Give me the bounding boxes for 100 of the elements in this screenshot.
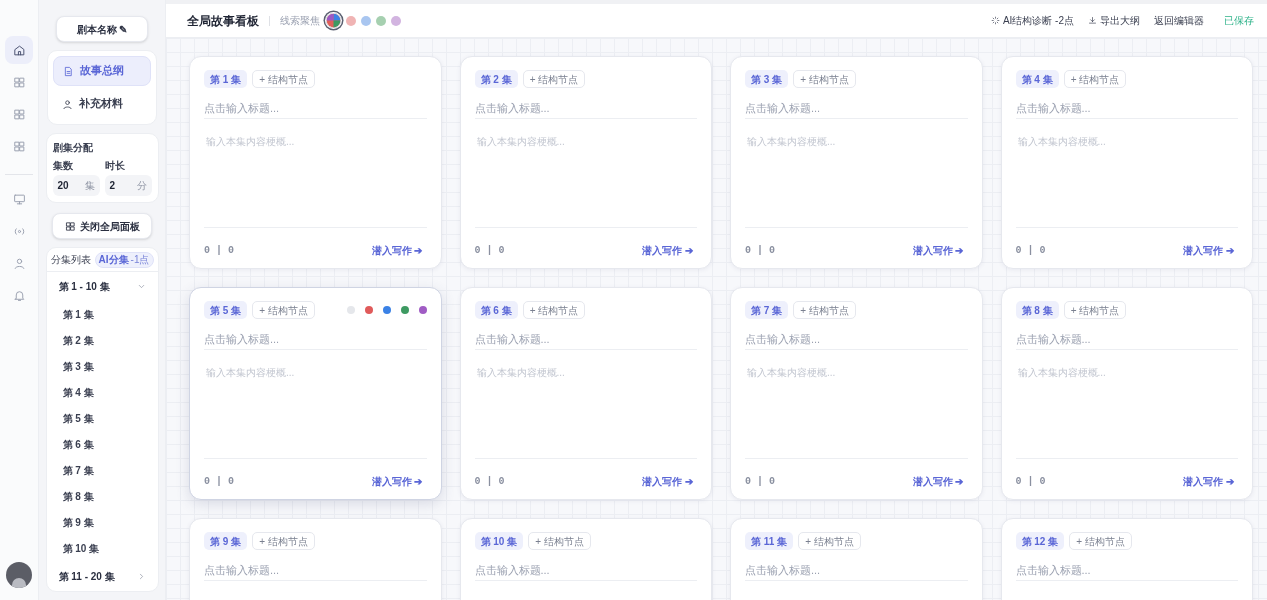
- word-count: 0 | 0: [1015, 474, 1046, 489]
- toolbar-button[interactable]: 导出大纲: [1088, 13, 1140, 28]
- pie-icon: [326, 13, 341, 28]
- write-link[interactable]: 潜入写作 ➔: [642, 242, 693, 258]
- nav-item[interactable]: 故事总纲: [53, 56, 151, 86]
- input-field[interactable]: 20 集: [52, 175, 100, 196]
- episode-group-header[interactable]: 第 11 - 20 集: [46, 561, 158, 591]
- add-node-button[interactable]: + 结构节点: [528, 532, 591, 550]
- user-icon: [62, 98, 73, 110]
- word-count: 0 | 0: [1015, 243, 1046, 258]
- nav-item[interactable]: 补充材料: [53, 89, 151, 119]
- title-field[interactable]: 点击输入标题...: [474, 97, 697, 119]
- title-field[interactable]: 点击输入标题...: [204, 559, 427, 581]
- write-link[interactable]: 潜入写作 ➔: [1183, 473, 1234, 489]
- field-label: 集数: [52, 159, 74, 173]
- section-title: 分集列表: [50, 253, 91, 268]
- title-field[interactable]: 点击输入标题...: [474, 559, 697, 581]
- episode-item[interactable]: 第 3 集: [46, 353, 158, 380]
- add-node-button[interactable]: + 结构节点: [252, 532, 315, 550]
- toolbar-button[interactable]: AI结构诊断 -2点: [990, 13, 1074, 28]
- word-count: 0 | 0: [474, 474, 505, 489]
- episode-item[interactable]: 第 1 集: [46, 301, 158, 328]
- unit-label: 分: [136, 179, 147, 193]
- title-field[interactable]: 点击输入标题...: [745, 97, 968, 119]
- episode-tag: 第 3 集: [745, 70, 789, 88]
- add-node-button[interactable]: + 结构节点: [1069, 532, 1132, 550]
- home-icon: [12, 43, 26, 57]
- close-panel-button[interactable]: 关闭全局面板: [52, 213, 152, 239]
- episode-group-header[interactable]: 第 1 - 10 集: [46, 272, 158, 302]
- title-field[interactable]: 点击输入标题...: [1015, 328, 1238, 350]
- group-label: 第 1 - 10 集: [58, 280, 110, 295]
- episode-tag: 第 12 集: [1015, 532, 1065, 550]
- add-node-button[interactable]: + 结构节点: [1063, 70, 1127, 88]
- add-node-button[interactable]: + 结构节点: [252, 70, 315, 88]
- title-field[interactable]: 点击输入标题...: [1015, 97, 1238, 119]
- script-name-button[interactable]: 剧本名称 ✎: [56, 16, 148, 42]
- title-field[interactable]: 点击输入标题...: [474, 328, 697, 350]
- grid-icon: [64, 220, 76, 232]
- episode-item[interactable]: 第 5 集: [46, 405, 158, 432]
- episode-tag: 第 7 集: [745, 301, 789, 319]
- thread-filter-button[interactable]: [326, 13, 341, 28]
- word-count: 0 | 0: [204, 474, 234, 489]
- save-status: 已保存: [1224, 14, 1254, 28]
- monitor-icon: [12, 192, 26, 206]
- add-node-button[interactable]: + 结构节点: [793, 301, 856, 319]
- add-node-button[interactable]: + 结构节点: [252, 301, 315, 319]
- word-count: 0 | 0: [474, 243, 505, 258]
- episode-item[interactable]: 第 9 集: [46, 509, 158, 536]
- add-node-button[interactable]: + 结构节点: [522, 301, 586, 319]
- episode-tag: 第 4 集: [1015, 70, 1059, 88]
- field-value: 2: [109, 179, 116, 193]
- episode-item[interactable]: 第 4 集: [46, 379, 158, 406]
- cost-label: -1点: [130, 253, 150, 268]
- write-link[interactable]: 潜入写作 ➔: [642, 473, 693, 489]
- bell-icon: [12, 288, 26, 302]
- episode-item[interactable]: 第 10 集: [46, 535, 158, 562]
- sidebar-nav-button[interactable]: [5, 36, 33, 64]
- download-icon: [1088, 16, 1097, 25]
- episode-item[interactable]: 第 2 集: [46, 327, 158, 354]
- word-count: 0 | 0: [745, 243, 775, 258]
- filter-label: 线索聚焦: [280, 14, 320, 28]
- episode-tag: 第 10 集: [474, 532, 524, 550]
- add-node-button[interactable]: + 结构节点: [793, 70, 856, 88]
- ai-split-button[interactable]: AI分集 -1点: [94, 251, 154, 268]
- episode-tag: 第 5 集: [204, 301, 248, 319]
- episode-item[interactable]: 第 7 集: [46, 457, 158, 484]
- episode-item[interactable]: 第 6 集: [46, 431, 158, 458]
- write-link[interactable]: 潜入写作 ➔: [1183, 242, 1234, 258]
- document-icon: [63, 65, 74, 77]
- section-title: 剧集分配: [52, 141, 94, 155]
- unit-label: 集: [84, 179, 95, 193]
- add-node-button[interactable]: + 结构节点: [798, 532, 861, 550]
- field-label: 时长: [104, 159, 126, 173]
- episode-tag: 第 2 集: [474, 70, 518, 88]
- episode-tag: 第 11 集: [745, 532, 794, 550]
- title-field[interactable]: 点击输入标题...: [745, 559, 968, 581]
- add-node-button[interactable]: + 结构节点: [522, 70, 586, 88]
- episode-tag: 第 6 集: [474, 301, 518, 319]
- title-field[interactable]: 点击输入标题...: [204, 328, 427, 350]
- sparkle-icon: [990, 16, 1000, 25]
- button-label: AI分集: [98, 253, 129, 268]
- grid-icon: [12, 139, 26, 153]
- avatar[interactable]: [6, 562, 32, 588]
- field-value: 20: [57, 179, 69, 193]
- write-link[interactable]: 潜入写作 ➔: [371, 473, 423, 489]
- input-field[interactable]: 2 分: [104, 175, 152, 196]
- write-link[interactable]: 潜入写作 ➔: [912, 242, 964, 258]
- episode-item[interactable]: 第 8 集: [46, 483, 158, 510]
- toolbar-button[interactable]: 返回编辑器: [1154, 13, 1204, 28]
- episode-tag: 第 1 集: [204, 70, 248, 88]
- write-link[interactable]: 潜入写作 ➔: [912, 473, 964, 489]
- write-link[interactable]: 潜入写作 ➔: [371, 242, 423, 258]
- word-count: 0 | 0: [745, 474, 775, 489]
- group-label: 第 11 - 20 集: [58, 569, 115, 584]
- title-field[interactable]: 点击输入标题...: [204, 97, 427, 119]
- title-field[interactable]: 点击输入标题...: [1015, 559, 1238, 581]
- word-count: 0 | 0: [204, 243, 234, 258]
- add-node-button[interactable]: + 结构节点: [1063, 301, 1127, 319]
- grid-icon: [12, 75, 26, 89]
- title-field[interactable]: 点击输入标题...: [745, 328, 968, 350]
